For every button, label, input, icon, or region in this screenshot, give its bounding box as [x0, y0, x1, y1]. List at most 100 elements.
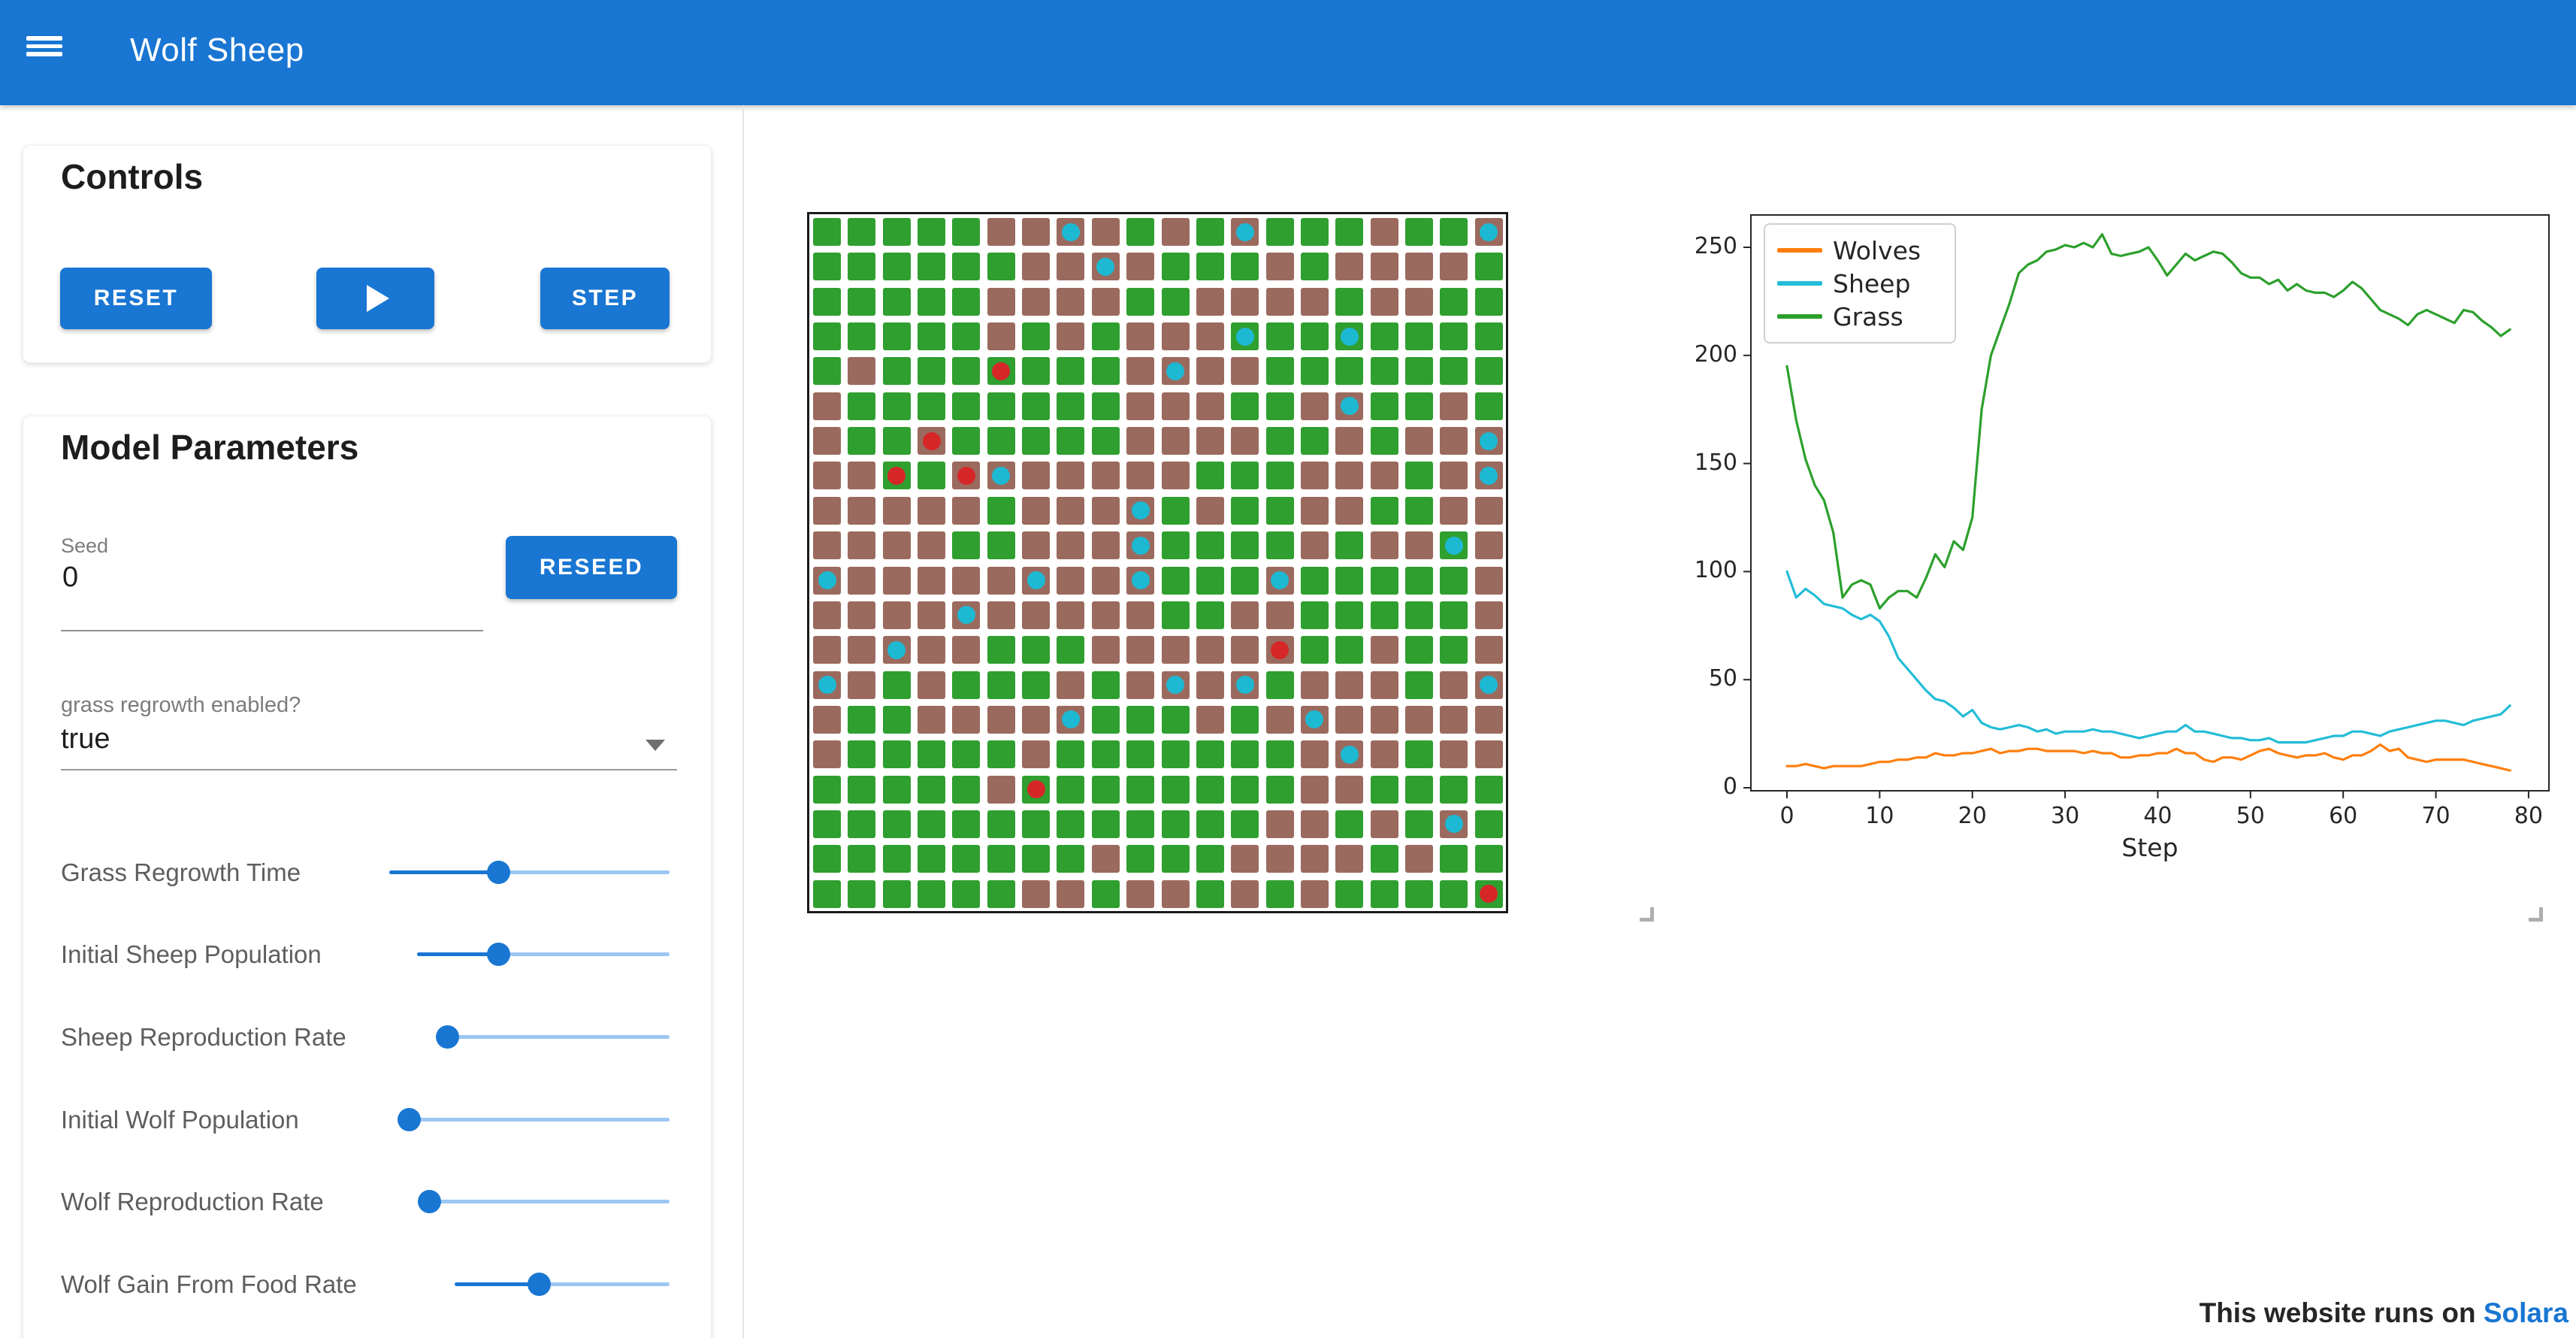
- grass-cell: [1404, 218, 1433, 246]
- dirt-cell: [1161, 427, 1190, 456]
- grass-cell: [952, 531, 981, 560]
- grass-cell: [1404, 810, 1433, 838]
- dirt-cell: [1474, 496, 1503, 525]
- sheep-marker: [1340, 745, 1359, 764]
- grass-cell: [882, 845, 911, 873]
- slider-track[interactable]: [398, 1108, 670, 1131]
- dirt-cell: [1370, 218, 1398, 246]
- dirt-cell: [1370, 671, 1398, 699]
- slider-row-grass-regrowth-time: Grass Regrowth Time: [23, 854, 711, 891]
- step-button[interactable]: STEP: [540, 268, 670, 329]
- model-parameters-card: Model Parameters Seed RESEED grass regro…: [23, 416, 712, 1338]
- grass-cell: [882, 427, 911, 456]
- grass-cell: [1161, 531, 1190, 560]
- dirt-cell: [1091, 462, 1120, 490]
- dirt-cell: [1196, 705, 1224, 734]
- grass-cell: [1091, 740, 1120, 769]
- grass-cell: [1231, 566, 1259, 595]
- y-tick-label: 0: [1722, 773, 1737, 800]
- x-tick-label: 30: [2050, 803, 2080, 829]
- grass-cell: [813, 322, 841, 351]
- dirt-cell: [1022, 705, 1051, 734]
- grass-cell: [1440, 636, 1468, 664]
- dirt-cell: [1126, 427, 1155, 456]
- dirt-cell: [1231, 845, 1259, 873]
- dirt-cell: [1300, 671, 1329, 699]
- grass-cell: [1231, 253, 1259, 281]
- dirt-cell: [1126, 253, 1155, 281]
- resize-handle-icon[interactable]: [1640, 907, 1654, 922]
- dirt-cell: [1440, 705, 1468, 734]
- grass-cell: [1265, 740, 1294, 769]
- grid-canvas[interactable]: [807, 212, 1508, 913]
- grass-cell: [1404, 392, 1433, 420]
- grass-cell: [848, 775, 876, 804]
- grass-cell: [1440, 566, 1468, 595]
- app-bar: Wolf Sheep: [0, 0, 2576, 105]
- grass-cell: [987, 496, 1015, 525]
- slider-handle[interactable]: [486, 943, 510, 966]
- controls-card: Controls RESET STEP: [23, 145, 712, 363]
- slider-handle[interactable]: [527, 1273, 551, 1296]
- menu-icon[interactable]: [26, 30, 71, 72]
- grass-cell: [813, 287, 841, 316]
- grass-cell: [1300, 566, 1329, 595]
- grass-cell: [1231, 462, 1259, 490]
- grass-cell: [882, 253, 911, 281]
- slider-row-wolf-reproduction-rate: Wolf Reproduction Rate: [23, 1183, 711, 1221]
- grass-cell: [813, 879, 841, 908]
- grass-regrowth-enabled-select[interactable]: true: [61, 723, 110, 755]
- grass-cell: [1091, 671, 1120, 699]
- controls-heading: Controls: [61, 157, 204, 196]
- play-button[interactable]: [316, 268, 434, 329]
- grass-cell: [918, 253, 946, 281]
- grass-cell: [848, 845, 876, 873]
- grass-cell: [1126, 810, 1155, 838]
- slider-track[interactable]: [418, 1190, 670, 1213]
- dirt-cell: [1370, 531, 1398, 560]
- solara-link[interactable]: Solara: [2484, 1297, 2568, 1328]
- grass-cell: [918, 462, 946, 490]
- dirt-cell: [1091, 636, 1120, 664]
- grass-cell: [1300, 218, 1329, 246]
- grass-cell: [1265, 427, 1294, 456]
- sheep-marker: [1131, 501, 1150, 520]
- grass-cell: [987, 253, 1015, 281]
- reseed-button[interactable]: RESEED: [506, 536, 677, 599]
- slider-handle[interactable]: [418, 1190, 442, 1213]
- slider-track[interactable]: [436, 1025, 670, 1049]
- slider-handle[interactable]: [487, 861, 511, 884]
- dirt-cell: [1161, 392, 1190, 420]
- grass-cell: [1231, 775, 1259, 804]
- slider-track[interactable]: [389, 861, 670, 884]
- dirt-cell: [1404, 253, 1433, 281]
- grass-cell: [1265, 879, 1294, 908]
- sheep-marker: [1235, 676, 1254, 695]
- grass-cell: [1126, 740, 1155, 769]
- reset-button[interactable]: RESET: [60, 268, 212, 329]
- slider-track[interactable]: [417, 943, 670, 966]
- x-tick-label: 10: [1865, 803, 1894, 829]
- grass-cell: [1370, 879, 1398, 908]
- dirt-cell: [1300, 810, 1329, 838]
- dirt-cell: [1196, 496, 1224, 525]
- slider-handle[interactable]: [436, 1025, 460, 1049]
- resize-handle-icon[interactable]: [2529, 907, 2543, 922]
- wolf-marker: [957, 466, 975, 485]
- y-tick-label: 250: [1694, 233, 1737, 259]
- grass-cell: [1300, 253, 1329, 281]
- dirt-cell: [1474, 531, 1503, 560]
- chevron-down-icon[interactable]: [646, 740, 665, 751]
- sheep-marker: [1026, 571, 1045, 589]
- dirt-cell: [1196, 636, 1224, 664]
- dirt-cell: [848, 671, 876, 699]
- slider-handle[interactable]: [398, 1108, 422, 1131]
- slider-track[interactable]: [455, 1273, 670, 1296]
- grass-cell: [1404, 671, 1433, 699]
- dirt-cell: [1057, 287, 1085, 316]
- seed-input[interactable]: [61, 561, 470, 595]
- grass-cell: [1022, 392, 1051, 420]
- dirt-cell: [1126, 392, 1155, 420]
- dirt-cell: [952, 566, 981, 595]
- sheep-line-swatch: [1777, 281, 1822, 286]
